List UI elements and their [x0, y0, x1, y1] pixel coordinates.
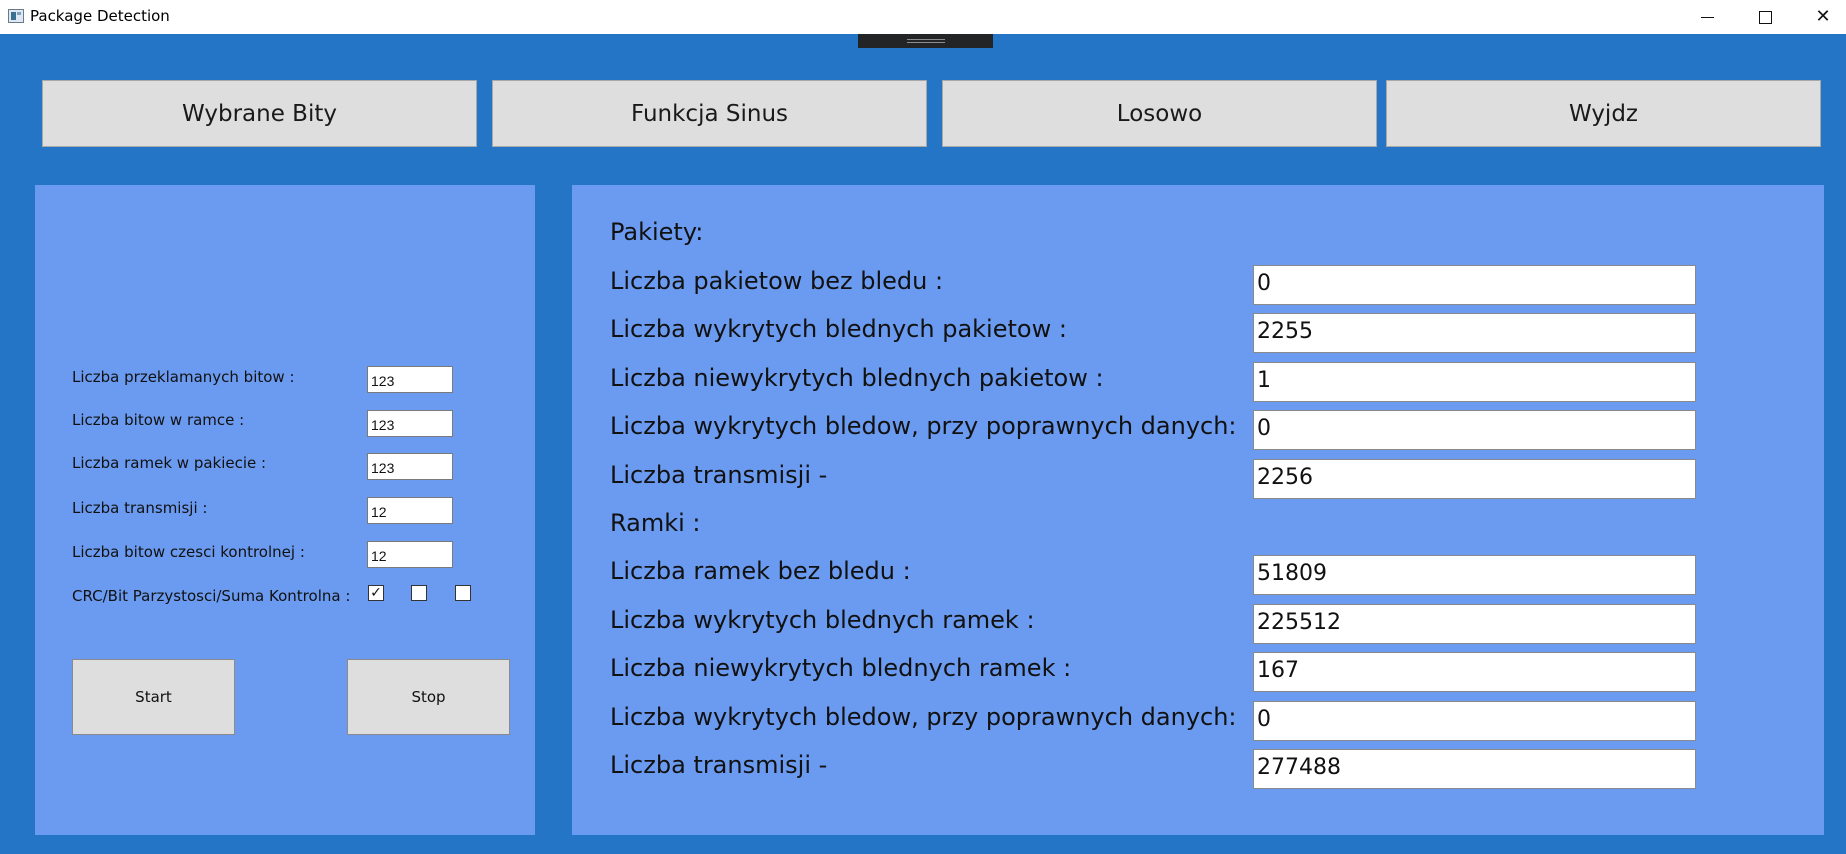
param-label-bits-per-frame: Liczba bitow w ramce :: [72, 411, 245, 429]
wyjdz-button[interactable]: Wyjdz: [1386, 80, 1821, 147]
minimize-icon: [1700, 16, 1714, 18]
param-label-control-bits: Liczba bitow czesci kontrolnej :: [72, 543, 305, 561]
stop-button[interactable]: Stop: [347, 659, 510, 735]
frames-transmissions-value: 277488: [1253, 749, 1696, 789]
frames-false-positive-label: Liczba wykrytych bledow, przy poprawnych…: [610, 703, 1237, 731]
packets-transmissions-label: Liczba transmisji -: [610, 461, 828, 489]
control-bits-input[interactable]: [367, 541, 453, 568]
minimize-button[interactable]: [1678, 0, 1736, 34]
frames-header: Ramki :: [610, 509, 701, 537]
title-bar: Package Detection ✕: [0, 0, 1846, 34]
packets-ok-label: Liczba pakietow bez bledu :: [610, 267, 944, 295]
packets-undetected-label: Liczba niewykrytych blednych pakietow :: [610, 364, 1104, 392]
frames-false-positive-value: 0: [1253, 701, 1696, 741]
wybrane-bity-button[interactable]: Wybrane Bity: [42, 80, 477, 147]
packets-detected-value: 2255: [1253, 313, 1696, 353]
window-title: Package Detection: [30, 7, 170, 25]
drag-handle[interactable]: [858, 34, 993, 48]
frames-detected-label: Liczba wykrytych blednych ramek :: [610, 606, 1035, 634]
funkcja-sinus-button[interactable]: Funkcja Sinus: [492, 80, 927, 147]
close-icon: ✕: [1815, 6, 1831, 27]
losowo-button[interactable]: Losowo: [942, 80, 1377, 147]
bits-per-frame-input[interactable]: [367, 410, 453, 437]
parity-bit-checkbox[interactable]: [411, 585, 427, 601]
packets-header: Pakiety:: [610, 218, 704, 246]
packets-detected-label: Liczba wykrytych blednych pakietow :: [610, 315, 1067, 343]
app-window-icon: [8, 9, 24, 23]
packets-ok-value: 0: [1253, 265, 1696, 305]
transmissions-input[interactable]: [367, 497, 453, 524]
maximize-icon: [1758, 10, 1772, 24]
parameters-panel: Liczba przeklamanych bitow : Liczba bito…: [35, 185, 535, 835]
packets-transmissions-value: 2256: [1253, 459, 1696, 499]
param-label-frames-per-packet: Liczba ramek w pakiecie :: [72, 454, 267, 472]
frames-ok-value: 51809: [1253, 555, 1696, 595]
flipped-bits-input[interactable]: [367, 366, 453, 393]
frames-detected-value: 225512: [1253, 604, 1696, 644]
check-method-label: CRC/Bit Parzystosci/Suma Kontrolna :: [72, 587, 351, 605]
close-button[interactable]: ✕: [1794, 0, 1846, 34]
checksum-checkbox[interactable]: [455, 585, 471, 601]
param-label-transmissions: Liczba transmisji :: [72, 499, 208, 517]
frames-per-packet-input[interactable]: [367, 453, 453, 480]
frames-undetected-value: 167: [1253, 652, 1696, 692]
param-label-flipped-bits: Liczba przeklamanych bitow :: [72, 368, 295, 386]
packets-false-positive-value: 0: [1253, 410, 1696, 450]
packets-false-positive-label: Liczba wykrytych bledow, przy poprawnych…: [610, 412, 1237, 440]
frames-undetected-label: Liczba niewykrytych blednych ramek :: [610, 654, 1072, 682]
results-panel: Pakiety: Liczba pakietow bez bledu : 0 L…: [572, 185, 1824, 835]
maximize-button[interactable]: [1736, 0, 1794, 34]
frames-ok-label: Liczba ramek bez bledu :: [610, 557, 911, 585]
grip-line-icon: [906, 39, 945, 40]
packets-undetected-value: 1: [1253, 362, 1696, 402]
grip-line-icon: [906, 42, 945, 43]
crc-checkbox[interactable]: ✓: [368, 585, 384, 601]
frames-transmissions-label: Liczba transmisji -: [610, 751, 828, 779]
start-button[interactable]: Start: [72, 659, 235, 735]
